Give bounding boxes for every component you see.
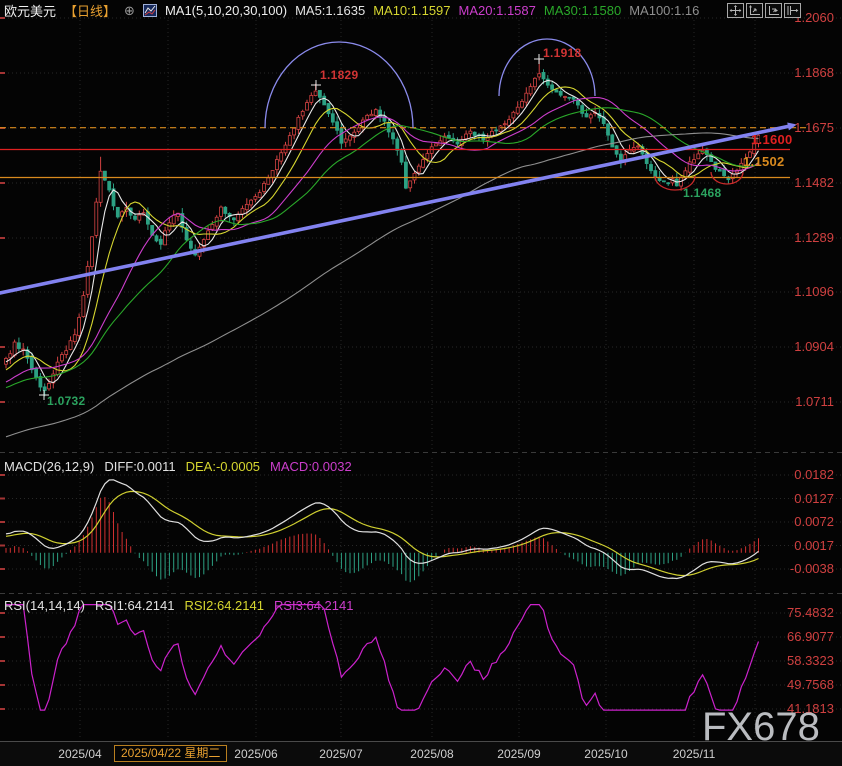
macd-macd-value: MACD:0.0032: [270, 459, 352, 474]
macd-diff-value: DIFF:0.0011: [104, 459, 175, 474]
month-label: 2025/10: [584, 747, 627, 761]
symbol-name: 欧元美元: [4, 1, 56, 20]
month-label: 2025/09: [497, 747, 540, 761]
ma30-value: MA30:1.1580: [544, 3, 621, 18]
macd-header: MACD(26,12,9) DIFF:0.0011 DEA:-0.0005 MA…: [4, 459, 352, 474]
macd-dea-value: DEA:-0.0005: [186, 459, 260, 474]
ma-lines: [6, 81, 759, 437]
grid: [0, 18, 842, 738]
rsi1-value: RSI1:64.2141: [95, 598, 175, 613]
month-label: 2025/07: [319, 747, 362, 761]
period-label: 【日线】: [64, 1, 116, 20]
rsi-header: RSI(14,14,14) RSI1:64.2141 RSI2:64.2141 …: [4, 598, 353, 613]
main-chart-header: 欧元美元 【日线】 ⊕ MA1(5,10,20,30,100) MA5:1.16…: [4, 2, 699, 19]
rsi3-value: RSI3:64.2141: [274, 598, 354, 613]
cursor-date-label: 2025/04/22 星期二: [114, 745, 227, 762]
month-label: 2025/04: [58, 747, 101, 761]
ma100-value: MA100:1.16: [629, 3, 699, 18]
month-label: 2025/06: [234, 747, 277, 761]
axis-scale-right-icon[interactable]: [765, 3, 782, 18]
ma10-value: MA10:1.1597: [373, 3, 450, 18]
macd-title: MACD(26,12,9): [4, 459, 94, 474]
rsi2-value: RSI2:64.2141: [184, 598, 264, 613]
mini-chart-icon[interactable]: [143, 4, 157, 17]
macd-panel: [6, 480, 759, 582]
exit-scale-icon[interactable]: [784, 3, 801, 18]
ma20-value: MA20:1.1587: [459, 3, 536, 18]
ma5-value: MA5:1.1635: [295, 3, 365, 18]
rsi-panel: [6, 605, 759, 711]
month-label: 2025/11: [673, 747, 716, 761]
watermark: FX678: [702, 707, 820, 747]
axis-scale-left-icon[interactable]: [746, 3, 763, 18]
chart-canvas[interactable]: [0, 0, 842, 766]
rsi-title: RSI(14,14,14): [4, 598, 85, 613]
chart-toolbar: [727, 3, 801, 18]
month-label: 2025/08: [410, 747, 453, 761]
pan-icon[interactable]: [727, 3, 744, 18]
forex-chart-app: 欧元美元 【日线】 ⊕ MA1(5,10,20,30,100) MA5:1.16…: [0, 0, 842, 766]
circle-plus-icon[interactable]: ⊕: [124, 4, 135, 17]
ma-settings-label: MA1(5,10,20,30,100): [165, 3, 287, 18]
